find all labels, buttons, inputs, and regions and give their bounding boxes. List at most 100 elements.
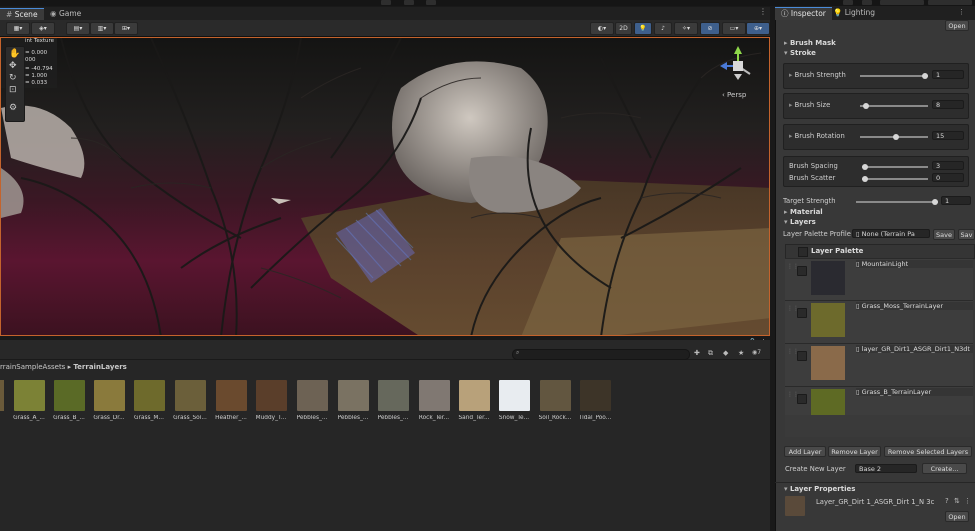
brush-scatter-field[interactable]: 0: [932, 173, 964, 182]
asset-item[interactable]: Pebbles_...: [333, 380, 373, 424]
slider-knob[interactable]: [932, 199, 938, 205]
brush-scatter-slider[interactable]: [862, 178, 928, 180]
brush-rotation-field[interactable]: 15: [932, 131, 964, 140]
remove-layer-button[interactable]: Remove Layer: [828, 446, 881, 457]
brush-size-slider[interactable]: [860, 105, 928, 107]
effects-dropdown[interactable]: ✧▾: [674, 22, 698, 35]
select-all-checkbox[interactable]: [798, 247, 808, 257]
breadcrumb-root[interactable]: rrainSampleAssets: [0, 363, 65, 371]
brush-size-field[interactable]: 8: [932, 100, 964, 109]
open-button[interactable]: Open: [945, 20, 969, 31]
shading-mode-dropdown[interactable]: ◐▾: [590, 22, 614, 35]
inspector-menu-icon[interactable]: ⋮: [958, 8, 965, 16]
filter-label-icon[interactable]: ◆: [723, 349, 728, 357]
target-strength-field[interactable]: 1: [941, 196, 971, 205]
layers-dropdown[interactable]: [880, 0, 924, 5]
asset-item[interactable]: Rock_Ter...: [414, 380, 454, 424]
grid-snap-dropdown[interactable]: ▤▾: [66, 22, 90, 35]
layout-dropdown[interactable]: [928, 0, 972, 5]
layer-palette-profile-field[interactable]: ▯ None (Terrain Pa: [852, 229, 930, 238]
project-search-input[interactable]: ⌕: [512, 349, 690, 360]
brush-spacing-field[interactable]: 3: [932, 161, 964, 170]
search-button[interactable]: [862, 0, 872, 5]
asset-item[interactable]: Tidal_Poo...: [575, 380, 615, 424]
brush-strength-slider[interactable]: [860, 75, 928, 77]
help-icon[interactable]: ?: [945, 497, 949, 505]
hidden-objects-toggle-icon[interactable]: ⊘: [700, 22, 720, 35]
scene-orientation-gizmo[interactable]: [716, 44, 760, 88]
scale-tool-icon[interactable]: ⊡: [9, 85, 17, 95]
layer-checkbox[interactable]: [797, 394, 807, 404]
asset-item[interactable]: Grass_Dr...: [89, 380, 129, 424]
layer-name-field[interactable]: ▯ Grass_B_TerrainLayer: [856, 388, 973, 396]
step-button[interactable]: [426, 0, 436, 5]
pivot-dropdown[interactable]: ◈▾: [31, 22, 55, 35]
create-asset-icon[interactable]: ✚: [694, 349, 700, 357]
more-options-icon[interactable]: ⋮: [964, 497, 971, 505]
pause-button[interactable]: [404, 0, 414, 5]
favorite-icon[interactable]: ★: [738, 349, 744, 357]
asset-item[interactable]: Sand_Ter...: [454, 380, 494, 424]
asset-item[interactable]: Pebbles_...: [373, 380, 413, 424]
asset-item[interactable]: Soil_Rock...: [535, 380, 575, 424]
asset-item[interactable]: Grass_Soi...: [170, 380, 210, 424]
history-button[interactable]: [843, 0, 853, 5]
asset-item[interactable]: Grass_B_...: [49, 380, 89, 424]
play-button[interactable]: [381, 0, 391, 5]
toggle-2d-button[interactable]: 2D: [615, 22, 632, 35]
layer-row[interactable]: ⋮⋮ ▯ layer_GR_Dirt1_ASGR_Dirt1_N3dt: [785, 343, 973, 386]
draw-mode-dropdown[interactable]: ▦▾: [6, 22, 30, 35]
save-as-button[interactable]: Sav: [958, 229, 975, 240]
scene-viewport[interactable]: int Texture = 0.000 000 = -40.794 = 1.00…: [0, 37, 770, 336]
layer-checkbox[interactable]: [797, 308, 807, 318]
move-tool-icon[interactable]: ✥: [9, 61, 17, 71]
asset-item[interactable]: Heather_...: [211, 380, 251, 424]
camera-settings-dropdown[interactable]: ▭▾: [722, 22, 746, 35]
create-layer-button[interactable]: Create...: [922, 463, 967, 474]
filter-type-icon[interactable]: ⧉: [708, 349, 713, 358]
asset-item[interactable]: Snow_Te...: [494, 380, 534, 424]
breadcrumb-leaf[interactable]: TerrainLayers: [73, 363, 127, 371]
layer-row[interactable]: ⋮⋮ ▯ Grass_B_TerrainLayer: [785, 386, 973, 423]
slider-knob[interactable]: [922, 73, 928, 79]
add-layer-button[interactable]: Add Layer: [784, 446, 826, 457]
save-button[interactable]: Save: [933, 229, 955, 240]
layer-checkbox[interactable]: [797, 266, 807, 276]
asset-item[interactable]: Pebbles_...: [292, 380, 332, 424]
layer-name-field[interactable]: ▯ Grass_Moss_TerrainLayer: [856, 302, 973, 310]
preset-icon[interactable]: ⇅: [954, 497, 960, 505]
hidden-packages-badge[interactable]: ◉7: [752, 349, 761, 356]
slider-knob[interactable]: [862, 164, 868, 170]
kebab-menu-icon[interactable]: ⋮: [759, 7, 767, 16]
layers-foldout[interactable]: ▾ Layers: [784, 218, 816, 226]
custom-tool-icon[interactable]: ⚙: [9, 103, 17, 113]
projection-label[interactable]: ‹ Persp: [722, 91, 746, 99]
layer-properties-foldout[interactable]: ▾ Layer Properties: [784, 485, 855, 493]
gizmos-dropdown[interactable]: ⊕▾: [746, 22, 770, 35]
stroke-foldout[interactable]: ▾ Stroke: [784, 49, 816, 57]
layer-row[interactable]: ⋮⋮ ▯ Grass_Moss_TerrainLayer: [785, 300, 973, 343]
brush-mask-foldout[interactable]: ▸ Brush Mask: [784, 39, 836, 47]
brush-spacing-slider[interactable]: [862, 166, 928, 168]
layer-checkbox[interactable]: [797, 351, 807, 361]
layer-name-field[interactable]: ▯ layer_GR_Dirt1_ASGR_Dirt1_N3dt: [856, 345, 973, 353]
brush-strength-field[interactable]: 1: [932, 70, 964, 79]
grid-visibility-dropdown[interactable]: ⊞▾: [114, 22, 138, 35]
audio-toggle-icon[interactable]: ♪: [654, 22, 672, 35]
rotate-tool-icon[interactable]: ↻: [9, 73, 17, 83]
slider-knob[interactable]: [862, 176, 868, 182]
asset-item[interactable]: Muddy_T...: [251, 380, 291, 424]
lighting-toggle-icon[interactable]: 💡: [634, 22, 652, 35]
tab-inspector[interactable]: ⓘ Inspector: [775, 7, 832, 20]
layer-row[interactable]: ⋮⋮ ▯ MountainLight: [785, 258, 973, 301]
material-foldout[interactable]: ▸ Material: [784, 208, 823, 216]
target-strength-slider[interactable]: [856, 201, 938, 203]
tab-game[interactable]: ◉ Game: [44, 8, 87, 20]
create-new-layer-input[interactable]: Base 2: [855, 464, 917, 473]
layer-name-field[interactable]: ▯ MountainLight: [856, 260, 973, 268]
layer-properties-open-button[interactable]: Open: [945, 511, 969, 522]
hand-tool-icon[interactable]: ✋: [9, 49, 20, 59]
asset-item[interactable]: Grass_A_...: [9, 380, 49, 424]
tab-lighting[interactable]: 💡 Lighting: [827, 7, 881, 19]
remove-selected-layers-button[interactable]: Remove Selected Layers: [884, 446, 972, 457]
